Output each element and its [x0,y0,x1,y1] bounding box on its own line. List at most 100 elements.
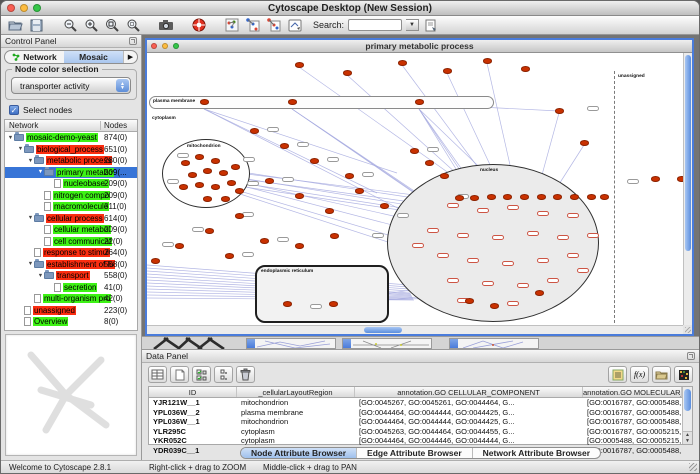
gene-node[interactable] [520,194,529,200]
gene-node[interactable] [265,178,274,184]
gene-node[interactable] [553,194,562,200]
import-folder-icon[interactable] [652,366,671,383]
tree-row-cellular-metabol[interactable]: cellular metabol209(0) [5,224,137,236]
tab-network[interactable]: Network [5,51,64,63]
gene-node[interactable] [211,158,220,164]
gene-node[interactable] [195,182,204,188]
search-dropdown-icon[interactable]: ▼ [406,19,419,31]
snapshot-camera-icon[interactable] [157,17,174,33]
gene-node[interactable] [487,194,496,200]
session-edit-icon[interactable] [423,17,440,33]
scroll-arrows-icon[interactable]: ▲▼ [683,431,692,444]
open-icon[interactable] [7,17,24,33]
gene-node[interactable] [235,213,244,219]
gene-node[interactable] [225,253,234,259]
delete-attribute-trash-icon[interactable] [236,366,255,383]
gene-node[interactable] [580,140,589,146]
tree-row-primary-metabo[interactable]: ▼primary metabo209(... [5,167,137,179]
table-row[interactable]: YLR295Ccytoplasm[GO:0045263, GO:0044464,… [149,427,682,437]
expand-icon[interactable]: ▼ [27,215,34,221]
minimize-icon[interactable] [162,43,168,49]
gene-node[interactable] [260,238,269,244]
network-view-window[interactable]: primary metabolic process plasma membran… [145,38,694,336]
table-scrollbar[interactable]: ▲▼ [682,387,692,444]
gene-node[interactable] [175,243,184,249]
maximize-icon[interactable] [173,43,179,49]
gene-node[interactable] [295,62,304,68]
select-nodes-checkbox[interactable]: ✓ [9,105,19,115]
tree-row-secretion[interactable]: secretion41(0) [5,282,137,294]
window-resize-grip[interactable] [689,463,697,471]
tree-row-nitrogen-compo[interactable]: nitrogen compo209(0) [5,190,137,202]
gene-node[interactable] [205,228,214,234]
gene-node[interactable] [211,184,220,190]
tree-row-response-to-stimul[interactable]: response to stimul264(0) [5,247,137,259]
table-row[interactable]: YPL036W__2plasma membrane[GO:0044464, GO… [149,408,682,418]
minimized-window-thumbnail[interactable] [342,338,432,349]
tree-row-unassigned[interactable]: unassigned223(0) [5,305,137,317]
gene-node[interactable] [425,160,434,166]
zoom-in-icon[interactable] [82,17,99,33]
gene-node[interactable] [329,301,338,307]
gene-node[interactable] [219,170,228,176]
formula-icon[interactable]: f(x) [630,366,649,383]
tree-row-multi-organism-pro[interactable]: multi-organism pro42(0) [5,293,137,305]
gene-node[interactable] [521,66,530,72]
expand-icon[interactable]: ▼ [17,146,24,152]
gene-node[interactable] [203,196,212,202]
tree-header[interactable]: Network Nodes [5,120,137,132]
gene-node[interactable] [470,195,479,201]
gene-node[interactable] [181,160,190,166]
attribute-grid-icon[interactable] [148,366,167,383]
gene-node[interactable] [555,108,564,114]
vertical-scrollbar[interactable] [683,53,692,325]
tree-row-transport[interactable]: ▼transport558(0) [5,270,137,282]
network-canvas[interactable]: plasma membrane cytoplasm mitochondrion … [147,53,683,325]
float-panel-icon[interactable] [687,352,695,360]
expand-icon[interactable]: ▼ [37,273,44,279]
expand-icon[interactable]: ▼ [37,169,44,175]
tree-row-mosaic-demo-yeast[interactable]: ▼mosaic-demo-yeast874(0) [5,132,137,144]
expand-icon[interactable]: ▼ [27,158,34,164]
help-lifesaver-icon[interactable] [190,17,207,33]
table-row[interactable]: YJR121W__1mitochondrion[GO:0045267, GO:0… [149,398,682,408]
attribute-options-icon[interactable] [214,366,233,383]
window-titlebar[interactable]: Cytoscape Desktop (New Session) [1,1,699,16]
horizontal-scrollbar[interactable] [147,325,683,334]
gene-node[interactable] [380,203,389,209]
gene-node[interactable] [587,194,596,200]
layout-nodes-icon[interactable] [244,17,261,33]
gene-node[interactable] [231,164,240,170]
tab-mosaic[interactable]: Mosaic [64,51,123,63]
node-color-dropdown[interactable]: transporter activity ▲▼ [11,77,131,94]
minimize-icon[interactable] [20,4,28,12]
gene-node[interactable] [483,58,492,64]
gene-node[interactable] [203,168,212,174]
tree-row-biological-process[interactable]: ▼biological_process651(0) [5,144,137,156]
overview-icon[interactable] [223,17,240,33]
annotation-icon[interactable] [286,17,303,33]
gene-node[interactable] [600,194,609,200]
resize-grip[interactable] [683,325,692,334]
maximize-icon[interactable] [33,4,41,12]
tab-network-attribute-browser[interactable]: Network Attribute Browser [473,448,600,458]
network-window-titlebar[interactable]: primary metabolic process [147,40,692,53]
select-attributes-icon[interactable] [192,366,211,383]
new-attribute-icon[interactable] [170,366,189,383]
gene-node[interactable] [330,233,339,239]
gene-node[interactable] [188,172,197,178]
expand-icon[interactable]: ▼ [7,135,14,141]
close-icon[interactable] [7,4,15,12]
gene-node[interactable] [503,194,512,200]
tree-row-cell-communicat[interactable]: cell communicat22(0) [5,236,137,248]
search-input[interactable] [348,19,402,31]
gene-node[interactable] [235,188,244,194]
gene-node[interactable] [651,176,660,182]
save-icon[interactable] [28,17,45,33]
gene-node[interactable] [345,173,354,179]
gene-node[interactable] [415,99,424,105]
attribute-table-header[interactable]: ID _cellularLayoutRegion annotation.GO C… [149,387,682,398]
tree-row-macromolecule[interactable]: macromolecule311(0) [5,201,137,213]
minimized-overview-thumbnail[interactable] [150,337,242,349]
gene-node[interactable] [288,99,297,105]
